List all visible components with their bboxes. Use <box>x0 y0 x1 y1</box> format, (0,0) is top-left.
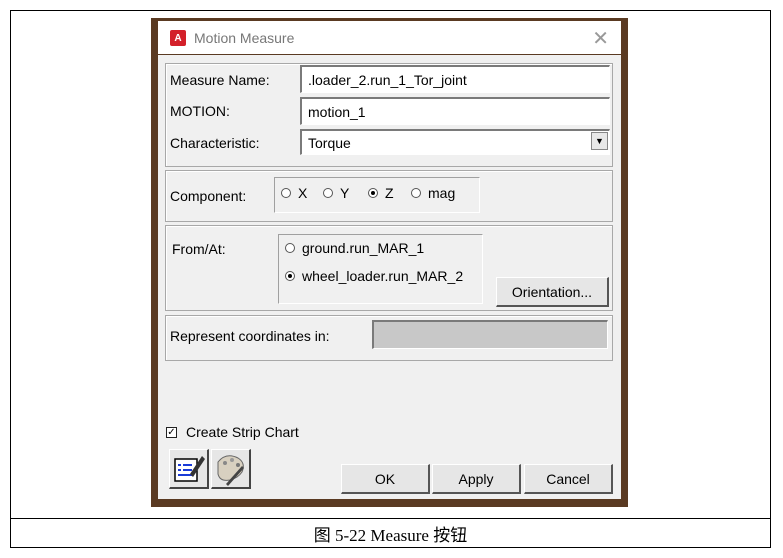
radio-icon <box>281 188 291 198</box>
from-at-radio-wheel-loader[interactable]: wheel_loader.run_MAR_2 <box>285 268 463 284</box>
app-logo-icon: A <box>170 30 186 46</box>
characteristic-label: Characteristic: <box>170 135 260 151</box>
radio-icon <box>285 243 295 253</box>
represent-coordinates-field <box>372 320 608 349</box>
from-at-label: From/At: <box>172 241 226 257</box>
characteristic-select[interactable]: Torque ▼ <box>300 129 610 155</box>
dialog-body: Measure Name: .loader_2.run_1_Tor_joint … <box>158 55 621 499</box>
from-at-option-ground: ground.run_MAR_1 <box>302 240 425 256</box>
from-at-radio-ground[interactable]: ground.run_MAR_1 <box>285 240 424 256</box>
measure-name-label: Measure Name: <box>170 72 270 88</box>
radio-selected-icon <box>368 188 378 198</box>
component-option-y: Y <box>340 185 350 201</box>
component-option-mag: mag <box>428 185 456 201</box>
window-title: Motion Measure <box>194 30 295 46</box>
create-strip-chart-label: Create Strip Chart <box>186 424 299 440</box>
edit-icon[interactable] <box>169 449 209 489</box>
component-radio-y[interactable]: Y <box>323 185 349 201</box>
motion-label: MOTION: <box>170 103 230 119</box>
represent-coordinates-label: Represent coordinates in: <box>170 328 330 344</box>
radio-selected-icon <box>285 271 295 281</box>
component-radio-z[interactable]: Z <box>368 185 394 201</box>
component-option-z: Z <box>385 185 394 201</box>
chevron-down-icon[interactable]: ▼ <box>591 132 608 150</box>
component-radio-x[interactable]: X <box>281 185 307 201</box>
title-bar: A Motion Measure ✕ <box>158 21 621 54</box>
ok-button[interactable]: OK <box>341 464 430 494</box>
measure-name-field[interactable]: .loader_2.run_1_Tor_joint <box>300 65 610 93</box>
checkbox-checked-icon: ✓ <box>166 426 177 438</box>
component-radio-mag[interactable]: mag <box>411 185 455 201</box>
radio-icon <box>411 188 421 198</box>
cancel-button[interactable]: Cancel <box>524 464 613 494</box>
palette-icon[interactable] <box>211 449 251 489</box>
apply-button[interactable]: Apply <box>432 464 521 494</box>
from-at-option-wheel-loader: wheel_loader.run_MAR_2 <box>302 268 464 284</box>
orientation-button[interactable]: Orientation... <box>496 277 609 307</box>
figure-caption: 图 5-22 Measure 按钮 <box>313 526 468 545</box>
create-strip-chart-checkbox[interactable]: ✓ Create Strip Chart <box>166 424 299 440</box>
characteristic-value: Torque <box>308 135 351 151</box>
motion-field[interactable]: motion_1 <box>300 97 610 125</box>
component-label: Component: <box>170 188 247 204</box>
component-option-x: X <box>298 185 308 201</box>
radio-icon <box>323 188 333 198</box>
close-icon[interactable]: ✕ <box>592 26 609 51</box>
